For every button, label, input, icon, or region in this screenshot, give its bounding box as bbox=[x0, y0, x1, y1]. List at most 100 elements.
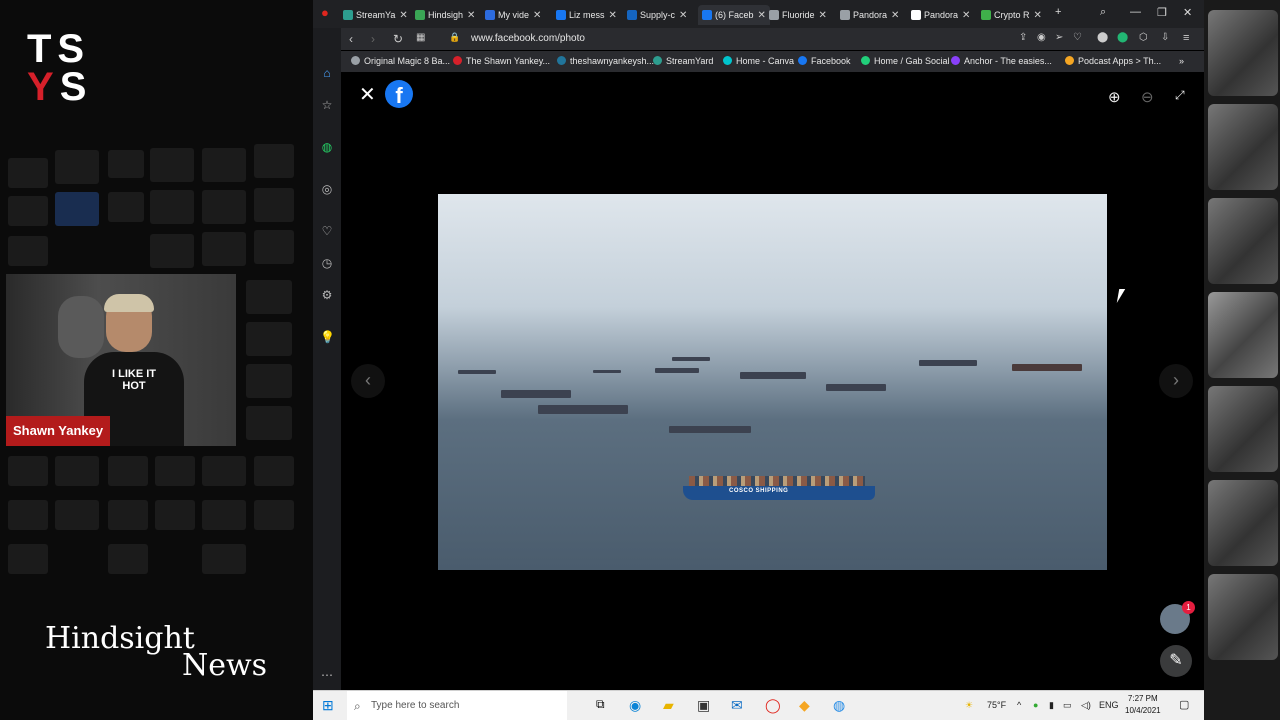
bookmark-item[interactable]: Original Magic 8 Ba... bbox=[351, 56, 450, 66]
heart-sidebar-icon[interactable]: ♡ bbox=[320, 224, 334, 238]
weather-text[interactable]: 75°F bbox=[987, 700, 1006, 710]
mic-icon[interactable]: ▮ bbox=[1049, 700, 1054, 711]
tab-9[interactable]: Pandora ✕ bbox=[911, 5, 970, 25]
tab-2[interactable]: Hindsigh ✕ bbox=[415, 5, 475, 25]
bookmark-item[interactable]: The Shawn Yankey... bbox=[453, 56, 550, 66]
bookmark-favicon-icon bbox=[351, 56, 360, 65]
container-ship: COSCO SHIPPING bbox=[683, 476, 875, 500]
tab-close-icon[interactable]: ✕ bbox=[467, 10, 475, 21]
chevron-right-icon[interactable]: › bbox=[1159, 364, 1193, 398]
url-field[interactable]: www.facebook.com/photo bbox=[471, 33, 585, 44]
tab-close-icon[interactable]: ✕ bbox=[891, 10, 899, 21]
photo-viewer: ✕ f ⊕ ⊖ ⤢ ‹ › COSCO SHIPPING bbox=[341, 72, 1204, 690]
background-video-wall-right bbox=[1204, 0, 1280, 720]
player-icon[interactable]: ◎ bbox=[320, 182, 334, 196]
tab-6[interactable]: (6) Faceb ✕ bbox=[698, 5, 770, 25]
opera-taskbar-icon[interactable]: ◯ bbox=[765, 697, 781, 714]
photo-image[interactable]: COSCO SHIPPING bbox=[438, 194, 1107, 570]
tab-close-icon[interactable]: ✕ bbox=[533, 10, 541, 21]
close-window-icon[interactable]: ✕ bbox=[1183, 6, 1192, 19]
network-icon[interactable]: ▭ bbox=[1063, 700, 1072, 711]
bookmark-item[interactable]: Anchor - The easies... bbox=[951, 56, 1052, 66]
tab-close-icon[interactable]: ✕ bbox=[758, 10, 766, 21]
whatsapp-icon[interactable]: ◍ bbox=[320, 140, 334, 154]
tab-label: Liz mess bbox=[569, 10, 605, 20]
tab-close-icon[interactable]: ✕ bbox=[399, 10, 407, 21]
bookmark-item[interactable]: theshawnyankeysh... bbox=[557, 56, 654, 66]
tab-10[interactable]: Crypto R ✕ bbox=[981, 5, 1042, 25]
close-icon[interactable]: ✕ bbox=[359, 82, 376, 107]
bookmark-label: StreamYard bbox=[666, 56, 714, 66]
tray-app-icon[interactable]: ● bbox=[1033, 700, 1038, 710]
camera-icon[interactable]: ◉ bbox=[1037, 32, 1046, 43]
search-box[interactable]: ⌕ Type here to search bbox=[347, 691, 567, 720]
edge-icon[interactable]: ◉ bbox=[629, 697, 641, 714]
language-indicator[interactable]: ENG bbox=[1099, 700, 1119, 710]
heart-icon[interactable]: ♡ bbox=[1073, 32, 1082, 43]
tab-close-icon[interactable]: ✕ bbox=[679, 10, 687, 21]
download-icon[interactable]: ⇩ bbox=[1161, 32, 1169, 43]
compose-message-button[interactable]: ✎ bbox=[1160, 645, 1192, 677]
back-icon[interactable]: ‹ bbox=[349, 32, 353, 46]
bookmark-label: Home / Gab Social bbox=[874, 56, 950, 66]
search-tabs-icon[interactable]: ⌕ bbox=[1100, 6, 1106, 19]
zoom-in-icon[interactable]: ⊕ bbox=[1108, 88, 1121, 106]
bookmark-item[interactable]: Podcast Apps > Th... bbox=[1065, 56, 1161, 66]
app-taskbar-icon[interactable]: ◆ bbox=[799, 697, 810, 714]
tab-close-icon[interactable]: ✕ bbox=[609, 10, 617, 21]
mouse-cursor-icon bbox=[1116, 289, 1132, 303]
bookmark-item[interactable]: Home - Canva bbox=[723, 56, 794, 66]
vpn-icon[interactable]: ⬤ bbox=[1097, 32, 1108, 43]
task-view-icon[interactable]: ⧉ bbox=[596, 697, 605, 712]
reload-icon[interactable]: ↻ bbox=[393, 32, 403, 46]
chevron-left-icon[interactable]: ‹ bbox=[351, 364, 385, 398]
tab-8[interactable]: Pandora ✕ bbox=[840, 5, 899, 25]
tab-7[interactable]: Fluoride ✕ bbox=[769, 5, 827, 25]
tab-close-icon[interactable]: ✕ bbox=[1034, 10, 1042, 21]
file-explorer-icon[interactable]: ▰ bbox=[663, 697, 674, 714]
host-name-tag: Shawn Yankey bbox=[6, 416, 111, 446]
more-bookmarks-icon[interactable]: » bbox=[1179, 56, 1184, 66]
lightbulb-icon[interactable]: 💡 bbox=[320, 330, 335, 344]
browser-sidebar: ⌂ ☆ ◍ ◎ ♡ ◷ ⚙ 💡 ⋯ bbox=[313, 28, 341, 690]
volume-icon[interactable]: ◁) bbox=[1081, 700, 1091, 711]
clock[interactable]: 7:27 PM 10/4/2021 bbox=[1125, 693, 1161, 717]
minimize-icon[interactable]: — bbox=[1130, 6, 1141, 18]
tab-4[interactable]: Liz mess ✕ bbox=[556, 5, 617, 25]
bookmark-item[interactable]: Facebook bbox=[798, 56, 851, 66]
home-icon[interactable]: ⌂ bbox=[320, 66, 334, 80]
extension-icon[interactable]: ⬤ bbox=[1117, 32, 1128, 43]
tab-close-icon[interactable]: ✕ bbox=[962, 10, 970, 21]
menu-icon[interactable]: ≡ bbox=[1183, 32, 1189, 44]
more-icon[interactable]: ⋯ bbox=[320, 668, 334, 682]
bookmark-item[interactable]: Home / Gab Social bbox=[861, 56, 950, 66]
tab-3[interactable]: My vide ✕ bbox=[485, 5, 541, 25]
send-icon[interactable]: ➢ bbox=[1055, 32, 1063, 43]
start-icon[interactable]: ⊞ bbox=[322, 697, 334, 714]
zoom-out-icon[interactable]: ⊖ bbox=[1141, 88, 1154, 106]
store-icon[interactable]: ▣ bbox=[697, 697, 710, 714]
history-icon[interactable]: ◷ bbox=[320, 256, 334, 270]
notification-badge: 1 bbox=[1182, 601, 1195, 614]
forward-icon[interactable]: › bbox=[371, 32, 375, 46]
speed-dial-icon[interactable]: ▦ bbox=[416, 32, 425, 43]
tab-close-icon[interactable]: ✕ bbox=[819, 10, 827, 21]
new-tab-icon[interactable]: + bbox=[1055, 6, 1061, 18]
facebook-logo[interactable]: f bbox=[385, 80, 413, 108]
restore-icon[interactable]: ❐ bbox=[1157, 6, 1167, 19]
opera-logo-icon[interactable]: ● bbox=[321, 5, 329, 20]
share-icon[interactable]: ⇪ bbox=[1019, 32, 1027, 43]
fullscreen-icon[interactable]: ⤢ bbox=[1175, 88, 1185, 103]
star-icon[interactable]: ☆ bbox=[320, 98, 334, 112]
notification-icon[interactable]: ▢ bbox=[1179, 698, 1189, 711]
browser-window: ● StreamYa ✕ Hindsigh ✕ My vide ✕ Liz mess ✕ Sup… bbox=[313, 0, 1204, 690]
bookmark-item[interactable]: StreamYard bbox=[653, 56, 713, 66]
chevron-up-icon[interactable]: ^ bbox=[1017, 700, 1021, 710]
mail-icon[interactable]: ✉ bbox=[731, 697, 743, 714]
browser-taskbar-icon[interactable]: ◍ bbox=[833, 697, 845, 714]
settings-icon[interactable]: ⚙ bbox=[320, 288, 334, 302]
bookmark-favicon-icon bbox=[798, 56, 807, 65]
tab-5[interactable]: Supply-c ✕ bbox=[627, 5, 687, 25]
tab-1[interactable]: StreamYa ✕ bbox=[343, 5, 408, 25]
cube-icon[interactable]: ⬡ bbox=[1139, 32, 1148, 43]
